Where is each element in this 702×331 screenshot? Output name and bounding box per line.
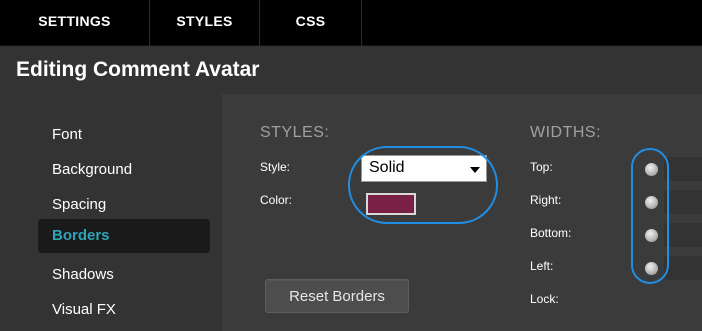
- top-tab-bar: SETTINGS STYLES CSS: [0, 0, 702, 46]
- highlight-oval-widths: [631, 148, 669, 284]
- width-top-slider-track[interactable]: [664, 157, 702, 181]
- sidebar-item-background[interactable]: Background: [38, 153, 210, 187]
- sidebar-item-shadows[interactable]: Shadows: [38, 258, 210, 292]
- highlight-oval-style: [348, 146, 498, 224]
- sidebar: Font Background Spacing Borders Shadows …: [0, 94, 222, 331]
- width-left-slider-track[interactable]: [664, 256, 702, 280]
- title-bar: Editing Comment Avatar: [0, 46, 702, 94]
- width-right-slider-track[interactable]: [664, 190, 702, 214]
- color-label: Color:: [260, 193, 293, 207]
- sidebar-item-visual-fx[interactable]: Visual FX: [38, 293, 210, 327]
- sidebar-item-borders[interactable]: Borders: [38, 219, 210, 253]
- width-right-label: Right:: [530, 193, 562, 207]
- page-title: Editing Comment Avatar: [16, 58, 260, 81]
- tab-styles[interactable]: STYLES: [150, 0, 260, 46]
- width-bottom-label: Bottom:: [530, 226, 572, 240]
- tab-settings[interactable]: SETTINGS: [0, 0, 150, 46]
- width-left-label: Left:: [530, 259, 554, 273]
- styles-heading: STYLES:: [260, 124, 330, 141]
- width-bottom-slider-track[interactable]: [664, 223, 702, 247]
- tab-css[interactable]: CSS: [260, 0, 362, 46]
- width-top-label: Top:: [530, 160, 553, 174]
- sidebar-item-font[interactable]: Font: [38, 118, 210, 152]
- widths-heading: WIDTHS:: [530, 124, 602, 141]
- style-label: Style:: [260, 160, 291, 174]
- sidebar-item-spacing[interactable]: Spacing: [38, 188, 210, 222]
- reset-borders-button[interactable]: Reset Borders: [265, 279, 409, 313]
- width-lock-label: Lock:: [530, 292, 559, 306]
